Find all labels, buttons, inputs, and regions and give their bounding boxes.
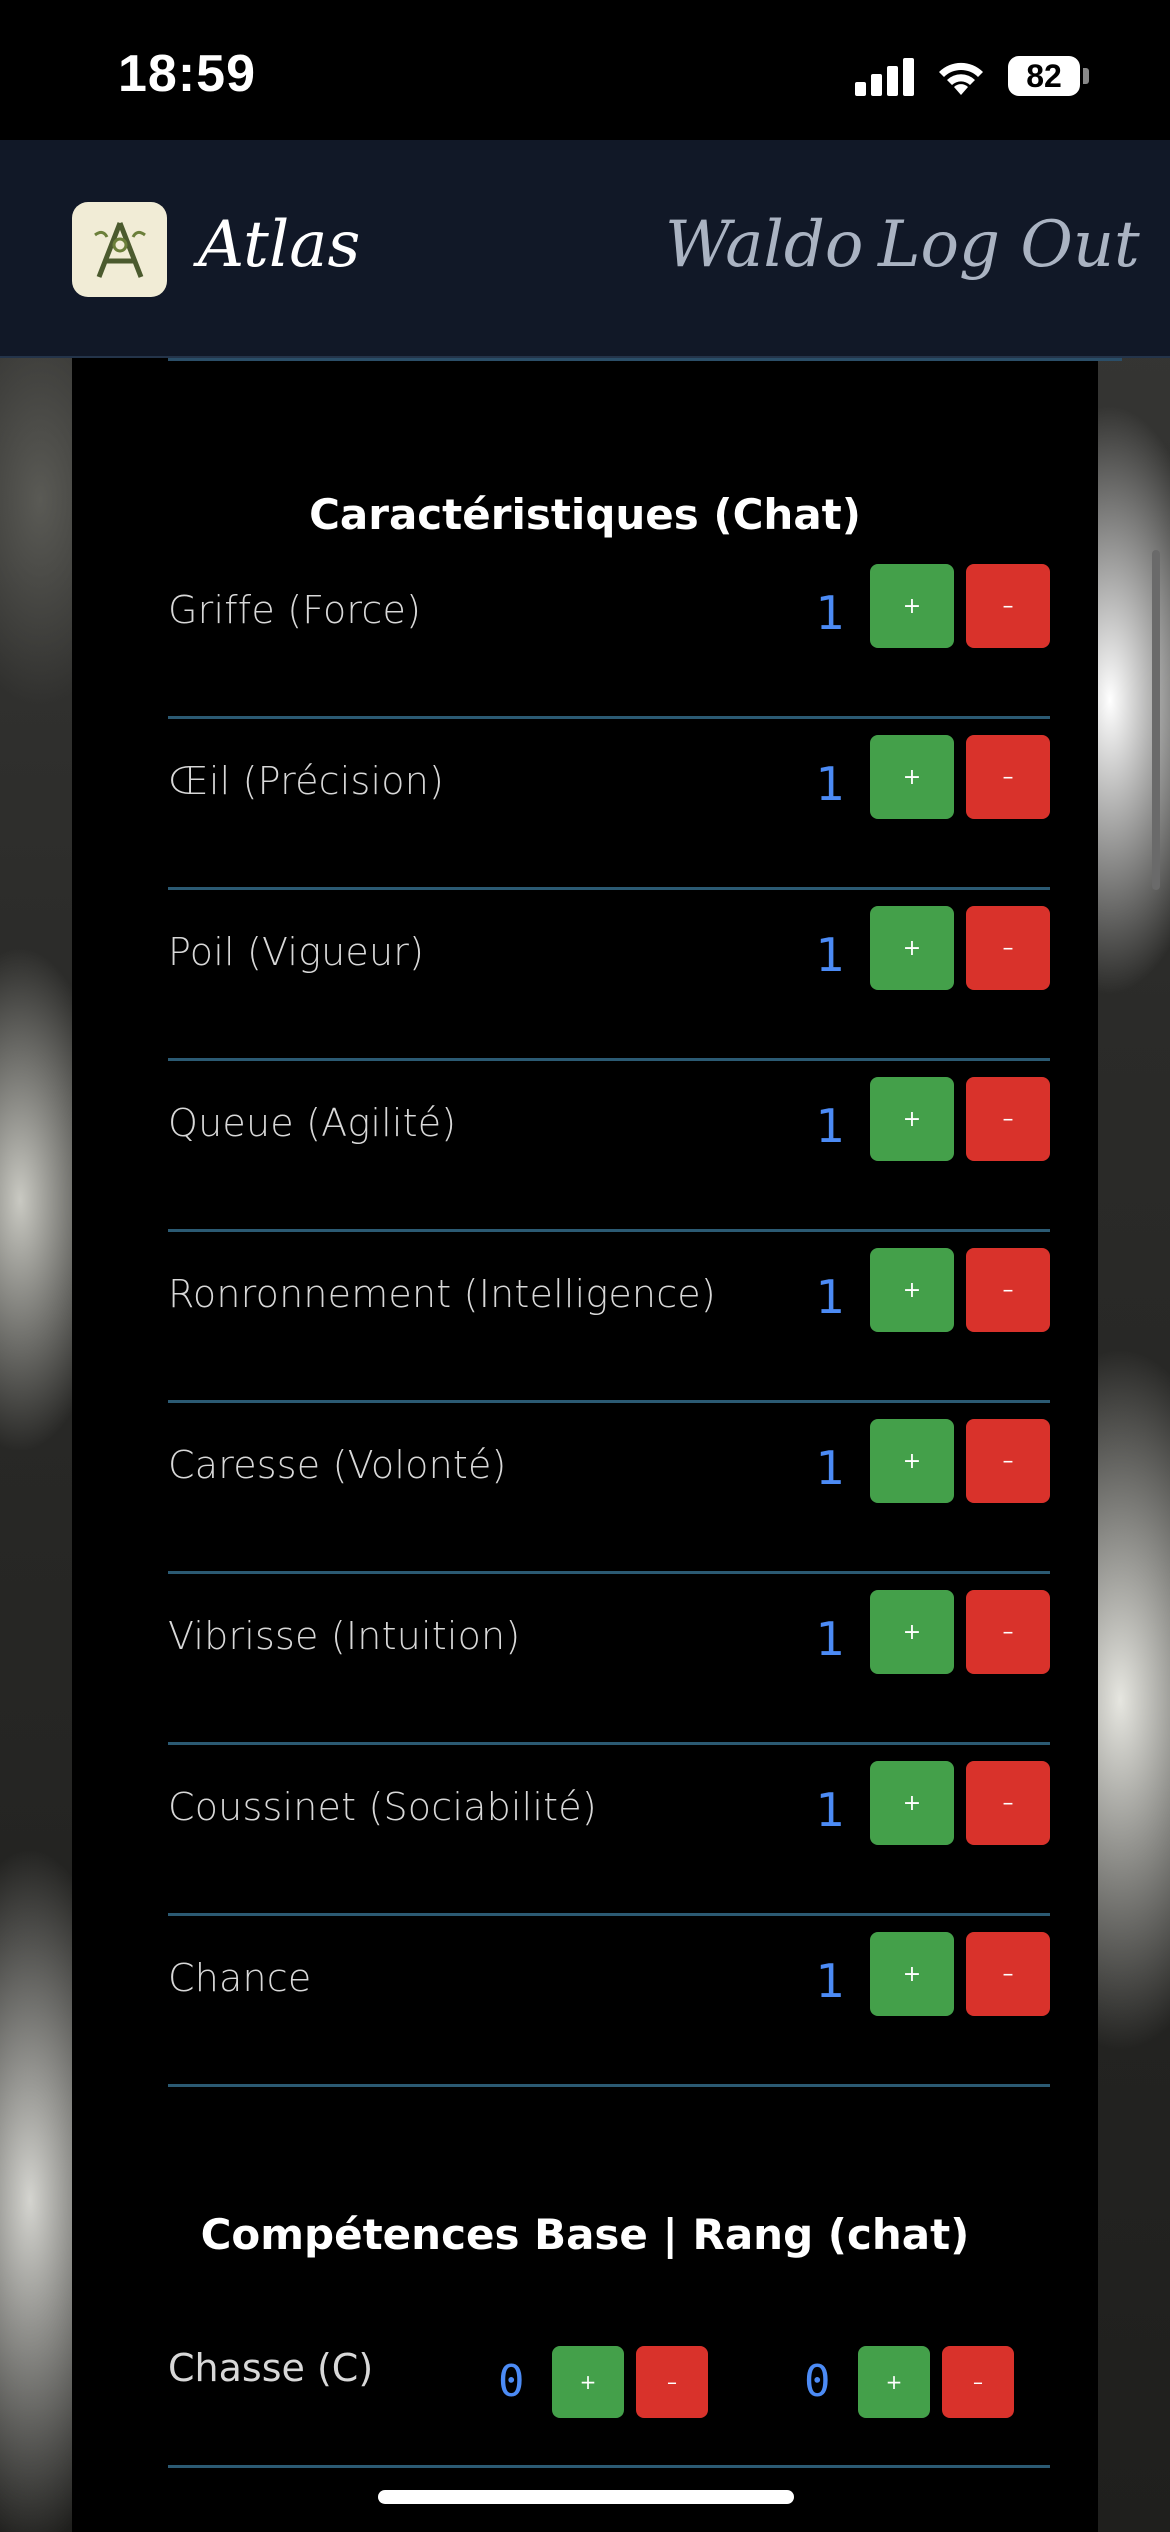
divider	[168, 358, 1122, 361]
decrement-button[interactable]: –	[966, 1590, 1050, 1674]
decrement-button[interactable]: –	[966, 564, 1050, 648]
characteristic-value: 1	[815, 757, 845, 811]
characteristic-value: 1	[815, 586, 845, 640]
status-bar: 18:59 82	[0, 0, 1170, 140]
characteristic-row: Vibrisse (Intuition) 1 + –	[168, 1574, 1050, 1745]
characteristic-value: 1	[815, 1441, 845, 1495]
characteristic-row: Œil (Précision) 1 + –	[168, 719, 1050, 890]
increment-button[interactable]: +	[870, 1590, 954, 1674]
logout-link[interactable]: Log Out	[878, 208, 1140, 282]
characteristic-row: Griffe (Force) 1 + –	[168, 548, 1050, 719]
increment-button[interactable]: +	[870, 1761, 954, 1845]
characteristic-row: Coussinet (Sociabilité) 1 + –	[168, 1745, 1050, 1916]
decrement-button[interactable]: –	[966, 906, 1050, 990]
decrement-button[interactable]: –	[966, 1077, 1050, 1161]
cellular-signal-icon	[855, 58, 915, 96]
skill-label: Chasse (C)	[168, 2346, 374, 2390]
scrollbar[interactable]	[1152, 550, 1160, 890]
decrement-button[interactable]: –	[966, 1932, 1050, 2016]
increment-button[interactable]: +	[870, 906, 954, 990]
characteristics-title: Caractéristiques (Chat)	[309, 490, 861, 539]
characteristic-label: Chance	[168, 1956, 312, 2000]
characteristic-row: Caresse (Volonté) 1 + –	[168, 1403, 1050, 1574]
characteristic-label: Ronronnement (Intelligence)	[168, 1272, 716, 1316]
characteristic-value: 1	[815, 1612, 845, 1666]
skill-row: Chasse (C) 0 + – 0 + –	[168, 2300, 1050, 2468]
base-increment-button[interactable]: +	[552, 2346, 624, 2418]
increment-button[interactable]: +	[870, 1077, 954, 1161]
characteristic-label: Caresse (Volonté)	[168, 1443, 507, 1487]
characteristic-row: Chance 1 + –	[168, 1916, 1050, 2087]
decrement-button[interactable]: –	[966, 735, 1050, 819]
skill-base-value: 0	[498, 2356, 525, 2407]
rank-decrement-button[interactable]: –	[942, 2346, 1014, 2418]
increment-button[interactable]: +	[870, 564, 954, 648]
base-decrement-button[interactable]: –	[636, 2346, 708, 2418]
skill-rank-value: 0	[804, 2356, 831, 2407]
atlas-logo-icon[interactable]	[72, 202, 167, 297]
brand-name[interactable]: Atlas	[198, 208, 360, 282]
increment-button[interactable]: +	[870, 1932, 954, 2016]
battery-icon: 82	[1008, 56, 1080, 96]
characteristic-value: 1	[815, 1099, 845, 1153]
characteristic-label: Poil (Vigueur)	[168, 930, 425, 974]
characteristic-label: Coussinet (Sociabilité)	[168, 1785, 597, 1829]
characteristic-value: 1	[815, 1270, 845, 1324]
characteristic-value: 1	[815, 1954, 845, 2008]
decrement-button[interactable]: –	[966, 1419, 1050, 1503]
wifi-icon	[939, 62, 983, 95]
skills-title: Compétences Base | Rang (chat)	[200, 2210, 970, 2259]
characteristic-row: Queue (Agilité) 1 + –	[168, 1061, 1050, 1232]
increment-button[interactable]: +	[870, 1248, 954, 1332]
characteristic-row: Ronronnement (Intelligence) 1 + –	[168, 1232, 1050, 1403]
decrement-button[interactable]: –	[966, 1761, 1050, 1845]
status-time: 18:59	[118, 45, 256, 103]
characteristic-label: Griffe (Force)	[168, 588, 422, 632]
increment-button[interactable]: +	[870, 735, 954, 819]
characteristic-value: 1	[815, 1783, 845, 1837]
decrement-button[interactable]: –	[966, 1248, 1050, 1332]
rank-increment-button[interactable]: +	[858, 2346, 930, 2418]
characteristic-label: Queue (Agilité)	[168, 1101, 457, 1145]
characteristic-value: 1	[815, 928, 845, 982]
battery-level: 82	[1026, 57, 1062, 94]
characteristic-label: Vibrisse (Intuition)	[168, 1614, 521, 1658]
characteristic-label: Œil (Précision)	[168, 759, 445, 803]
battery-cap	[1083, 68, 1089, 84]
characteristic-row: Poil (Vigueur) 1 + –	[168, 890, 1050, 1061]
app-header: Atlas Waldo Log Out	[0, 140, 1170, 358]
nav-user-link[interactable]: Waldo	[665, 208, 863, 282]
home-indicator[interactable]	[378, 2490, 794, 2504]
increment-button[interactable]: +	[870, 1419, 954, 1503]
